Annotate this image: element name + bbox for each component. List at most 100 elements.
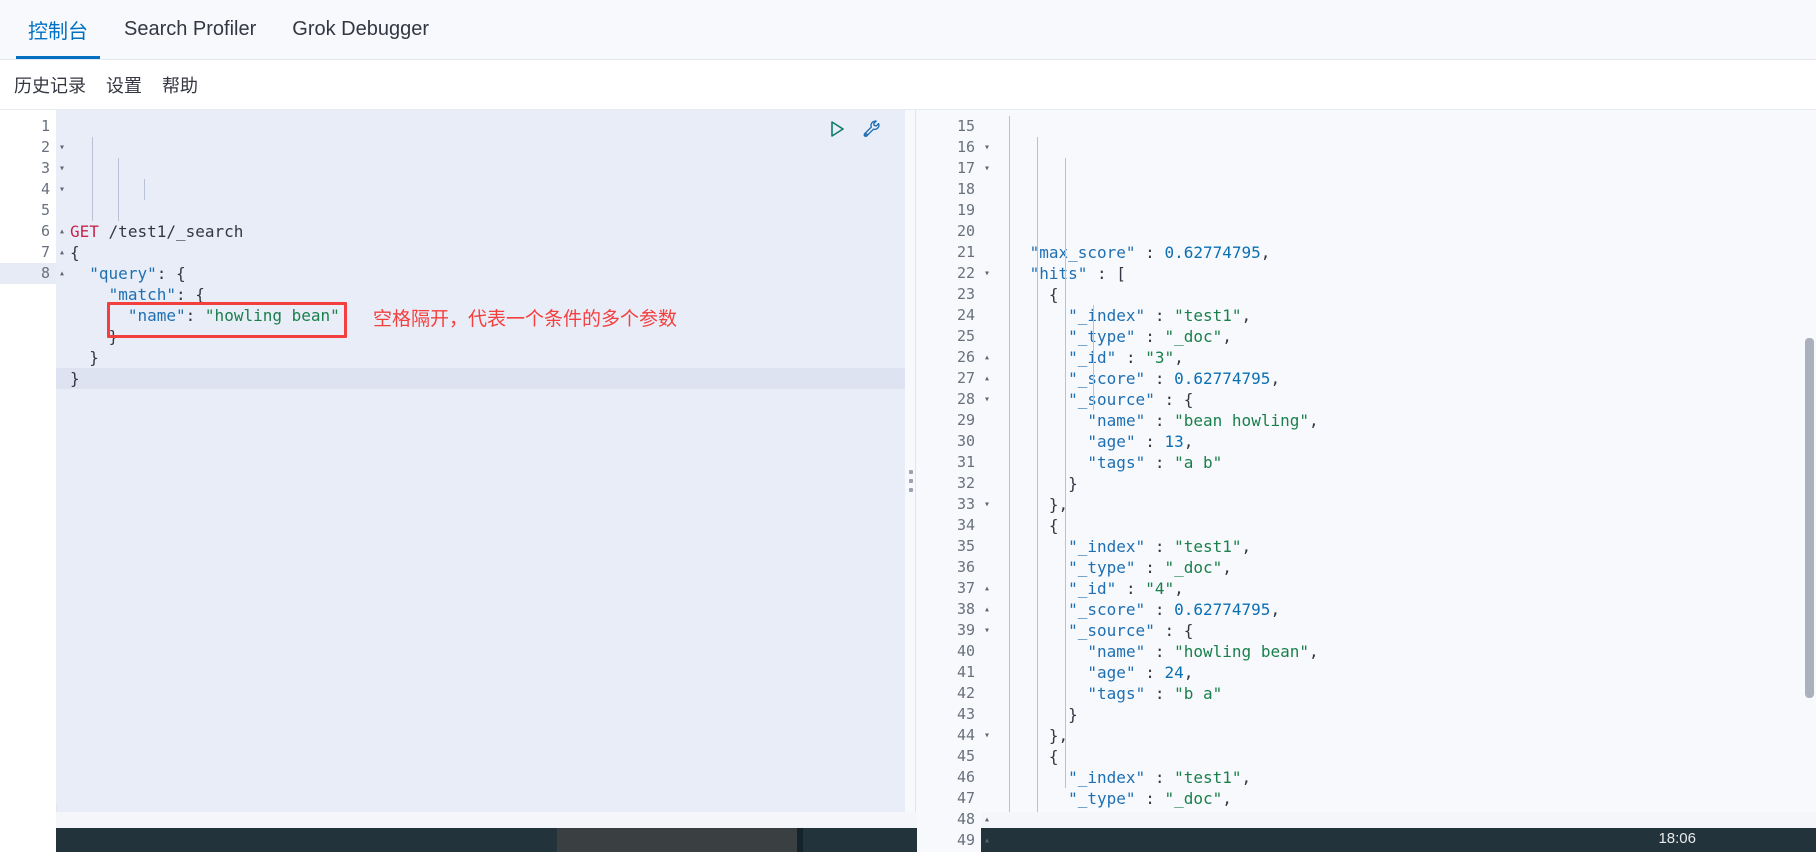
code-line[interactable]: "query": { [70, 263, 905, 284]
response-scrollbar-thumb[interactable] [1805, 338, 1814, 698]
line-number[interactable]: 25 [917, 326, 981, 347]
fold-open-icon[interactable]: ▾ [981, 158, 993, 179]
fold-open-icon[interactable]: ▾ [981, 494, 993, 515]
line-number[interactable]: 24 [917, 305, 981, 326]
code-line[interactable]: "_source" : { [991, 620, 1816, 641]
fold-close-icon[interactable]: ▴ [981, 578, 993, 599]
pane-splitter[interactable] [905, 110, 917, 852]
code-line[interactable]: } [991, 704, 1816, 725]
line-number[interactable]: 21 [917, 242, 981, 263]
fold-open-icon[interactable]: ▾ [56, 158, 68, 179]
code-line[interactable]: { [70, 242, 905, 263]
code-line[interactable]: "_score" : 0.62774795, [991, 368, 1816, 389]
line-number[interactable]: 2 ▾ [0, 137, 65, 158]
line-number[interactable]: 5 [0, 200, 56, 221]
fold-close-icon[interactable]: ▴ [981, 368, 993, 389]
fold-close-icon[interactable]: ▴ [981, 347, 993, 368]
line-number[interactable]: 42 [917, 683, 981, 704]
request-code-area[interactable]: GET /test1/_search{ "query": { "match": … [56, 110, 905, 852]
line-number[interactable]: 33 ▾ [917, 494, 990, 515]
code-line[interactable]: "_id" : "3", [991, 347, 1816, 368]
line-number[interactable]: 44 ▾ [917, 725, 990, 746]
code-line[interactable]: "_id" : "4", [991, 578, 1816, 599]
submenu-item-settings[interactable]: 设置 [106, 72, 142, 98]
fold-close-icon[interactable]: ▴ [56, 221, 68, 242]
tab-grok-debugger[interactable]: Grok Debugger [274, 0, 447, 59]
play-icon[interactable] [827, 119, 847, 139]
line-number[interactable]: 32 [917, 473, 981, 494]
code-line[interactable]: } [991, 473, 1816, 494]
line-number[interactable]: 27 ▴ [917, 368, 990, 389]
line-number[interactable]: 1 [0, 116, 56, 137]
code-line[interactable]: { [991, 515, 1816, 536]
fold-close-icon[interactable]: ▴ [56, 242, 68, 263]
code-line[interactable]: { [991, 284, 1816, 305]
fold-close-icon[interactable]: ▴ [981, 809, 993, 830]
line-number[interactable]: 31 [917, 452, 981, 473]
code-line[interactable]: "age" : 13, [991, 431, 1816, 452]
line-number[interactable]: 45 [917, 746, 981, 767]
line-number[interactable]: 28 ▾ [917, 389, 990, 410]
fold-open-icon[interactable]: ▾ [981, 389, 993, 410]
code-line[interactable]: "_index" : "test1", [991, 767, 1816, 788]
line-number[interactable]: 8 ▴ [0, 263, 65, 284]
line-number[interactable]: 17 ▾ [917, 158, 990, 179]
fold-close-icon[interactable]: ▴ [981, 599, 993, 620]
fold-open-icon[interactable]: ▾ [981, 137, 993, 158]
line-number[interactable]: 16 ▾ [917, 137, 990, 158]
response-viewer-pane[interactable]: 15 16 ▾ 17 ▾ 18 19 20 21 22 ▾ 23 24 25 26 ▴ 27 ▴ 28 ▾ 29 30 31… [917, 110, 1816, 852]
code-line[interactable]: "match": { [70, 284, 905, 305]
line-number[interactable]: 36 [917, 557, 981, 578]
code-line[interactable]: GET /test1/_search [70, 221, 905, 242]
response-code-area[interactable]: "max_score" : 0.62774795, "hits" : [ { "… [981, 110, 1816, 852]
line-number[interactable]: 48 ▴ [917, 809, 990, 830]
code-line[interactable]: } [70, 347, 905, 368]
line-number[interactable]: 41 [917, 662, 981, 683]
code-line[interactable]: }, [991, 494, 1816, 515]
code-line[interactable]: "_score" : 0.62774795, [991, 599, 1816, 620]
line-number[interactable]: 26 ▴ [917, 347, 990, 368]
code-line[interactable]: "_type" : "_doc", [991, 557, 1816, 578]
code-line[interactable]: "_type" : "_doc", [991, 788, 1816, 809]
line-number[interactable]: 20 [917, 221, 981, 242]
request-editor[interactable]: 1 2 ▾ 3 ▾ 4 ▾ 5 6 ▴ 7 ▴ 8 ▴ GET /test1/_search{ "quer… [0, 110, 905, 852]
code-line[interactable]: "max_score" : 0.62774795, [991, 242, 1816, 263]
code-line[interactable]: } [56, 368, 905, 389]
line-number[interactable]: 39 ▾ [917, 620, 990, 641]
editor-action-buttons[interactable] [827, 118, 883, 140]
fold-open-icon[interactable]: ▾ [56, 179, 68, 200]
code-line[interactable]: "name" : "bean howling", [991, 410, 1816, 431]
line-number[interactable]: 46 [917, 767, 981, 788]
code-line[interactable]: "tags" : "b a" [991, 683, 1816, 704]
fold-open-icon[interactable]: ▾ [56, 137, 68, 158]
line-number[interactable]: 19 [917, 200, 981, 221]
code-line[interactable]: }, [991, 725, 1816, 746]
taskbar-active-window[interactable] [557, 828, 797, 852]
response-viewer[interactable]: 15 16 ▾ 17 ▾ 18 19 20 21 22 ▾ 23 24 25 26 ▴ 27 ▴ 28 ▾ 29 30 31… [917, 110, 1816, 852]
code-line[interactable]: "hits" : [ [991, 263, 1816, 284]
os-taskbar[interactable]: 18:06 [0, 828, 1816, 852]
submenu-item-history[interactable]: 历史记录 [14, 72, 86, 98]
fold-open-icon[interactable]: ▾ [981, 725, 993, 746]
code-line[interactable]: "_source" : { [991, 389, 1816, 410]
fold-close-icon[interactable]: ▴ [56, 263, 68, 284]
tab-console[interactable]: 控制台 [10, 0, 106, 59]
code-line[interactable]: "age" : 24, [991, 662, 1816, 683]
line-number[interactable]: 40 [917, 641, 981, 662]
splitter-grip-icon[interactable] [909, 470, 913, 492]
line-number[interactable]: 22 ▾ [917, 263, 990, 284]
fold-close-icon[interactable]: ▴ [981, 830, 993, 851]
line-number[interactable]: 38 ▴ [917, 599, 990, 620]
line-number[interactable]: 43 [917, 704, 981, 725]
tab-search-profiler[interactable]: Search Profiler [106, 0, 274, 59]
line-number[interactable]: 15 [917, 116, 981, 137]
code-line[interactable]: "_index" : "test1", [991, 305, 1816, 326]
fold-open-icon[interactable]: ▾ [981, 263, 993, 284]
wrench-icon[interactable] [861, 118, 883, 140]
submenu-item-help[interactable]: 帮助 [162, 72, 198, 98]
line-number[interactable]: 47 [917, 788, 981, 809]
request-gutter[interactable]: 1 2 ▾ 3 ▾ 4 ▾ 5 6 ▴ 7 ▴ 8 ▴ [0, 110, 65, 852]
line-number[interactable]: 34 [917, 515, 981, 536]
line-number[interactable]: 7 ▴ [0, 242, 65, 263]
response-scrollbar[interactable] [1805, 110, 1814, 852]
